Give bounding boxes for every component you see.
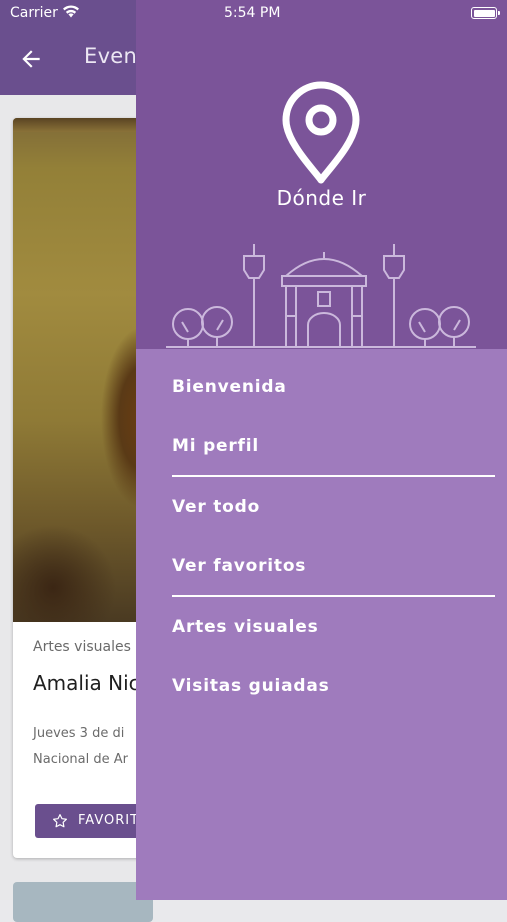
menu-divider [172, 595, 495, 597]
event-card[interactable]: Artes visuales Amalia Nic Jueves 3 de di… [13, 118, 153, 858]
page-title: Even [84, 44, 138, 68]
app-name: Dónde Ir [276, 186, 367, 210]
star-icon [53, 814, 67, 828]
event-date-line: Jueves 3 de di [33, 726, 125, 741]
carrier-label: Carrier [10, 5, 58, 21]
drawer-header: Dónde Ir [136, 0, 507, 349]
next-event-card[interactable] [13, 882, 153, 922]
event-date: Jueves 3 de di Nacional de Ar [33, 721, 128, 773]
painting-frame-edge [13, 118, 153, 132]
menu-item-mi-perfil[interactable]: Mi perfil [172, 436, 259, 456]
event-image [13, 118, 153, 622]
battery-icon [471, 7, 500, 19]
status-bar: Carrier 5:54 PM [0, 0, 507, 28]
event-title: Amalia Nic [33, 671, 140, 695]
city-skyline-illustration [166, 244, 476, 348]
event-category: Artes visuales [33, 639, 131, 655]
back-arrow-icon[interactable] [18, 46, 44, 72]
menu-item-bienvenida[interactable]: Bienvenida [172, 377, 287, 397]
favorite-button-label: FAVORIT [78, 813, 140, 828]
location-pin-icon [282, 81, 360, 184]
menu-divider [172, 475, 495, 477]
menu-item-ver-todo[interactable]: Ver todo [172, 497, 260, 517]
clock: 5:54 PM [224, 5, 281, 21]
menu-item-visitas-guiadas[interactable]: Visitas guiadas [172, 676, 330, 696]
wifi-icon [63, 5, 79, 18]
event-venue-line: Nacional de Ar [33, 752, 128, 767]
menu-item-ver-favoritos[interactable]: Ver favoritos [172, 556, 306, 576]
menu-item-artes-visuales[interactable]: Artes visuales [172, 617, 319, 637]
navigation-drawer: Dónde Ir Bienvenida Mi perfil Ver todo V… [136, 0, 507, 900]
